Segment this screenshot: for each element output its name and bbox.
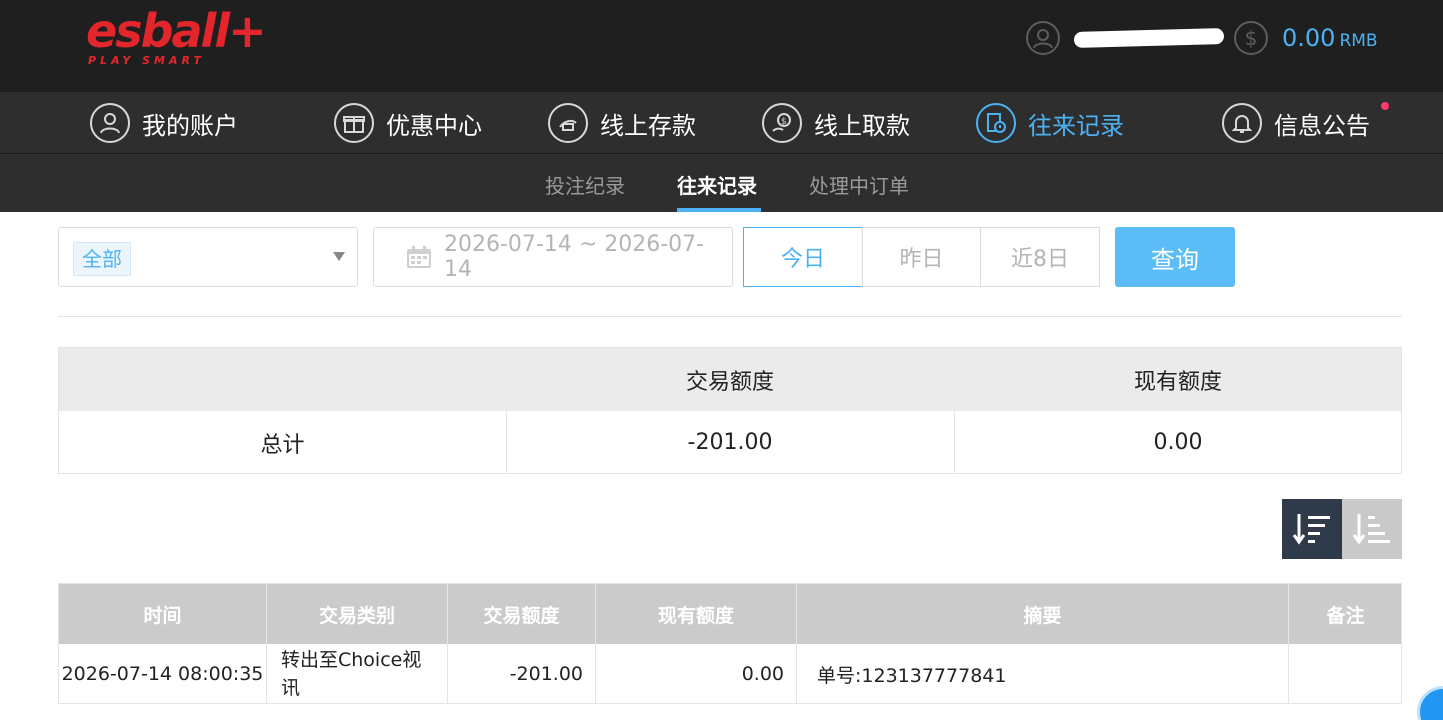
nav-item-announcements[interactable]: 信息公告 [1222,102,1370,144]
tab-transaction-records[interactable]: 往来记录 [677,170,757,199]
nav-item-withdraw[interactable]: $ 线上取款 [762,102,910,144]
yesterday-button[interactable]: 昨日 [862,227,981,287]
balance-currency: RMB [1339,31,1378,51]
nav-item-label: 往来记录 [1028,111,1124,140]
records-icon [976,103,1016,143]
nav-item-label: 线上存款 [600,111,696,140]
summary-total-amount: -201.00 [687,430,773,455]
column-header-note[interactable]: 备注 [1289,584,1402,644]
user-account[interactable] [1026,20,1225,56]
cell-type: 转出至Choice视讯 [267,644,448,704]
main-nav: 我的账户 优惠中心 线上存款 $ 线上取款 往来记录 信息公告 [0,92,1443,154]
brand-logo[interactable]: esball+ PLAY SMART [86,4,267,70]
cell-note [1289,644,1402,704]
column-header-summary[interactable]: 摘要 [797,584,1289,644]
summary-header-balance: 现有额度 [1133,369,1222,395]
summary-header-amount: 交易额度 [685,369,774,395]
last-8-days-button[interactable]: 近8日 [980,227,1100,287]
gift-icon [334,103,374,143]
tab-pending-orders[interactable]: 处理中订单 [809,170,909,199]
summary-total-balance: 0.00 [1153,430,1203,455]
sub-nav: 投注纪录 往来记录 处理中订单 [0,154,1443,212]
sort-descending-button[interactable] [1282,499,1342,559]
column-header-amount[interactable]: 交易额度 [448,584,596,644]
notification-dot [1381,102,1389,110]
live-chat-button[interactable] [1417,686,1443,720]
nav-item-records[interactable]: 往来记录 [976,102,1124,144]
user-icon [1026,21,1060,55]
dollar-icon: $ [1234,21,1268,55]
deposit-icon [548,103,588,143]
today-button[interactable]: 今日 [743,227,863,287]
logo-text: esball+ [86,4,267,58]
summary-total-label: 总计 [260,432,305,458]
column-header-type[interactable]: 交易类别 [267,584,448,644]
withdraw-icon: $ [762,103,802,143]
query-button[interactable]: 查询 [1115,227,1235,287]
nav-item-label: 我的账户 [142,111,238,140]
cell-balance: 0.00 [596,644,797,704]
cell-amount: -201.00 [448,644,596,704]
type-select[interactable]: 全部 [58,227,358,287]
divider [58,316,1402,317]
username-redacted [1073,28,1225,48]
column-header-balance[interactable]: 现有额度 [596,584,797,644]
date-range-input[interactable]: 2026-07-14 ~ 2026-07-14 [373,227,733,287]
nav-item-my-account[interactable]: 我的账户 [90,102,238,144]
active-tab-underline [677,208,761,212]
balance-amount: 0.00 [1282,24,1336,52]
sort-asc-icon [1352,514,1390,545]
selected-type-tag: 全部 [73,242,131,276]
calendar-icon [406,246,431,268]
user-icon [90,103,130,143]
sort-desc-icon [1292,514,1330,545]
svg-text:$: $ [781,117,787,127]
nav-item-promotions[interactable]: 优惠中心 [334,102,482,144]
summary-header-blank [59,348,506,411]
nav-item-label: 优惠中心 [386,111,482,140]
balance-display: $ 0.00 RMB [1234,20,1378,56]
nav-item-label: 信息公告 [1274,111,1370,140]
bell-icon [1222,103,1262,143]
records-table: 时间 交易类别 交易额度 现有额度 摘要 备注 2026-07-14 08:00… [58,583,1402,704]
cell-time: 2026-07-14 08:00:35 [59,644,267,704]
column-header-time[interactable]: 时间 [59,584,267,644]
chevron-down-icon [333,252,345,261]
nav-item-deposit[interactable]: 线上存款 [548,102,696,144]
logo-tagline: PLAY SMART [88,54,205,67]
nav-item-label: 线上取款 [814,111,910,140]
top-bar: esball+ PLAY SMART $ 0.00 RMB [0,0,1443,92]
date-range-value: 2026-07-14 ~ 2026-07-14 [443,232,705,282]
summary-table: 交易额度 现有额度 总计 -201.00 0.00 [58,347,1402,474]
tab-bet-records[interactable]: 投注纪录 [545,170,625,199]
cell-summary: 单号:123137777841 [797,644,1289,704]
sort-ascending-button[interactable] [1342,499,1402,559]
